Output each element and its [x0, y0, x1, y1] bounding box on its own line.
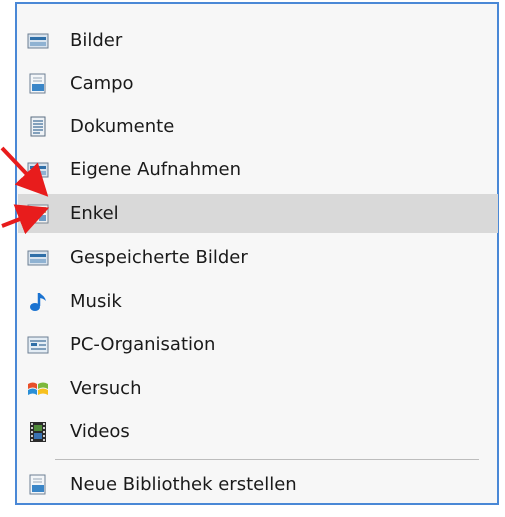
menu-item-label: Campo [70, 73, 134, 94]
screenshot-stage: Bilder Campo Dokumente Eigene Aufnahmen … [0, 0, 505, 517]
menu-item-enkel[interactable]: Enkel [18, 194, 498, 233]
menu-item-label: Enkel [70, 203, 119, 224]
menu-item-gespeicherte-bilder[interactable]: Gespeicherte Bilder [18, 238, 498, 277]
library-documents-icon [30, 116, 46, 137]
menu-item-label: PC-Organisation [70, 334, 216, 355]
annotation-arrows [0, 146, 50, 235]
library-organize-icon [27, 336, 49, 354]
library-pictures-icon [27, 250, 49, 266]
menu-item-new-library[interactable]: Neue Bibliothek erstellen [18, 465, 498, 504]
menu-separator [55, 459, 479, 460]
library-pictures-icon [27, 33, 49, 49]
windows-logo-icon [28, 382, 48, 395]
menu-item-label: Musik [70, 291, 122, 312]
annotation-arrow [0, 146, 49, 197]
annotation-arrow [1, 204, 50, 235]
menu-item-label: Dokumente [70, 116, 175, 137]
library-document-icon [29, 73, 46, 94]
menu-item-musik[interactable]: Musik [18, 282, 498, 321]
menu-item-bilder[interactable]: Bilder [18, 21, 498, 60]
menu-item-label: Gespeicherte Bilder [70, 247, 248, 268]
menu-item-label: Bilder [70, 30, 123, 51]
menu-item-label: Videos [70, 421, 130, 442]
menu-item-eigene-aufnahmen[interactable]: Eigene Aufnahmen [18, 150, 498, 189]
menu-item-pc-organisation[interactable]: PC-Organisation [18, 325, 498, 364]
menu-item-label: Neue Bibliothek erstellen [70, 474, 297, 495]
menu-item-dokumente[interactable]: Dokumente [18, 107, 498, 146]
menu-item-campo[interactable]: Campo [18, 64, 498, 103]
menu-item-videos[interactable]: Videos [18, 412, 498, 451]
new-library-icon [29, 474, 46, 495]
music-note-icon [30, 293, 46, 311]
menu-item-versuch[interactable]: Versuch [18, 369, 498, 408]
menu-item-label: Versuch [70, 378, 142, 399]
menu-item-label: Eigene Aufnahmen [70, 159, 241, 180]
video-film-icon [30, 422, 46, 442]
